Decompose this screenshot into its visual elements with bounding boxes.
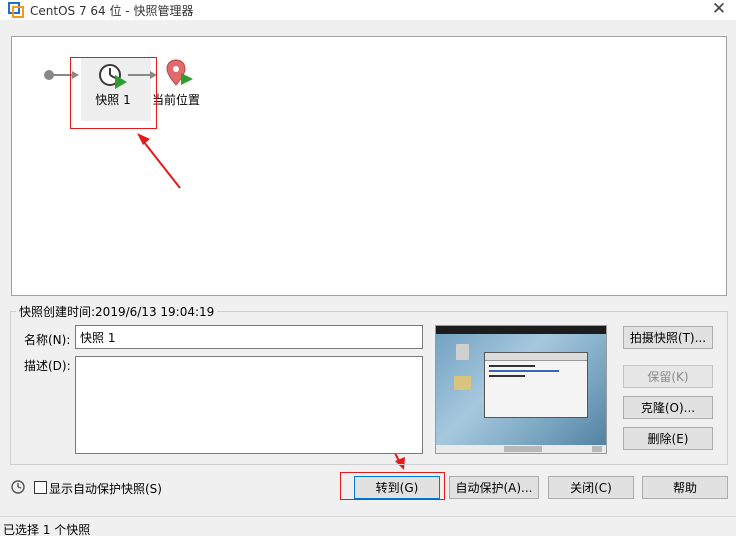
location-pin-play-icon[interactable]	[165, 59, 195, 87]
show-autoprotect-label[interactable]: 显示自动保护快照(S)	[49, 480, 162, 497]
help-button[interactable]: 帮助	[642, 476, 728, 499]
close-window-button[interactable]: ✕	[708, 0, 730, 20]
thumbnail-terminal-line	[489, 370, 559, 372]
title-bar: CentOS 7 64 位 - 快照管理器 ✕	[0, 0, 736, 20]
description-field[interactable]	[75, 356, 423, 454]
annotation-highlight-snapshot	[70, 57, 157, 129]
thumbnail-terminal-window	[484, 352, 588, 418]
current-position-label: 当前位置	[152, 93, 201, 107]
name-field[interactable]	[75, 325, 423, 349]
status-bar: 已选择 1 个快照	[0, 516, 736, 536]
history-icon	[11, 480, 25, 494]
description-label: 描述(D):	[24, 359, 71, 373]
status-text: 已选择 1 个快照	[3, 523, 91, 536]
trash-icon	[456, 344, 469, 360]
thumbnail-terminal-titlebar	[485, 353, 587, 361]
close-button[interactable]: 关闭(C)	[548, 476, 634, 499]
thumbnail-taskbar	[436, 445, 606, 453]
goto-button[interactable]: 转到(G)	[354, 476, 440, 499]
clone-button[interactable]: 克隆(O)...	[623, 396, 713, 419]
thumbnail-terminal-line	[489, 365, 535, 367]
autoprotect-button[interactable]: 自动保护(A)...	[449, 476, 539, 499]
snapshot-creation-time: 快照创建时间:2019/6/13 19:04:19	[16, 303, 218, 320]
thumbnail-top-bar	[436, 326, 606, 334]
thumbnail-terminal-line	[489, 375, 525, 377]
vmware-icon	[8, 2, 24, 18]
thumbnail-taskbar-item	[504, 446, 542, 452]
take-snapshot-button[interactable]: 拍摄快照(T)...	[623, 326, 713, 349]
snapshot-thumbnail	[435, 325, 607, 454]
name-label: 名称(N):	[24, 333, 71, 347]
show-autoprotect-checkbox[interactable]	[34, 481, 47, 494]
window-title: CentOS 7 64 位 - 快照管理器	[30, 4, 194, 18]
keep-button[interactable]: 保留(K)	[623, 365, 713, 388]
thumbnail-taskbar-item	[592, 446, 602, 452]
delete-button[interactable]: 删除(E)	[623, 427, 713, 450]
folder-icon	[454, 376, 471, 390]
